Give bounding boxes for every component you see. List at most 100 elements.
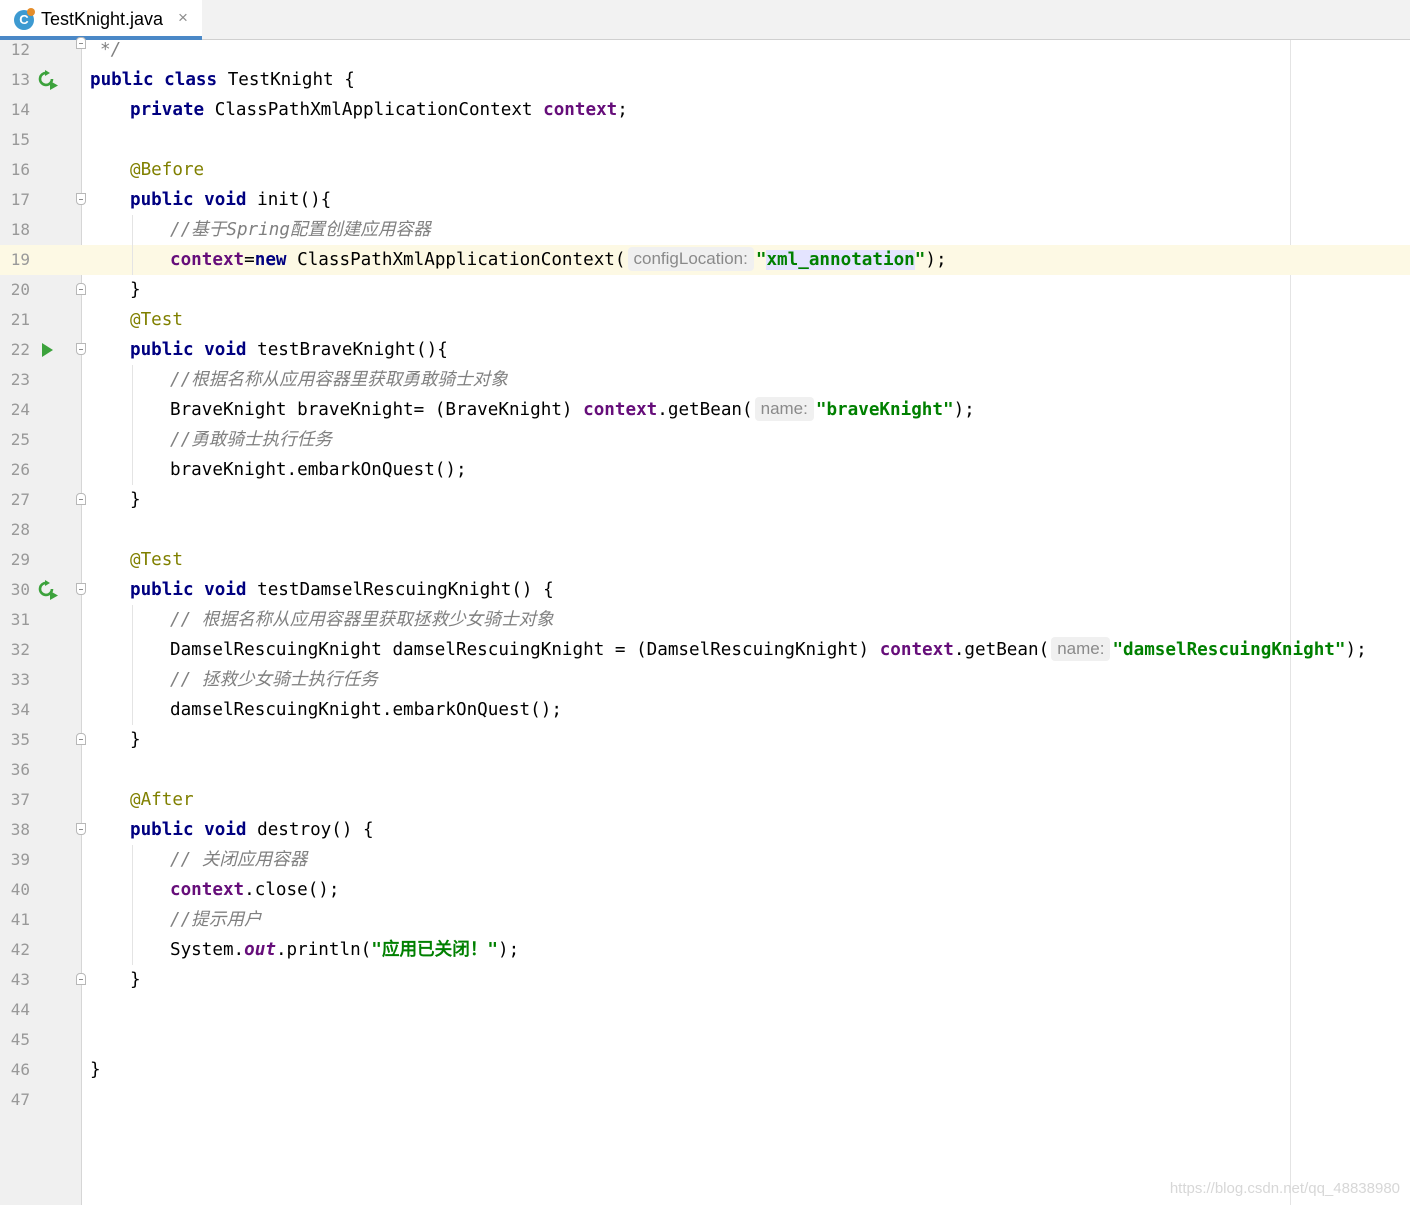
code-line[interactable]: 29 @Test xyxy=(0,545,1410,575)
code-text[interactable]: //根据名称从应用容器里获取勇敢骑士对象 xyxy=(170,365,508,395)
code-token: private xyxy=(130,100,205,120)
code-line[interactable]: 41 //提示用户 xyxy=(0,905,1410,935)
code-text[interactable]: @Test xyxy=(130,305,183,335)
code-line[interactable]: 45 xyxy=(0,1025,1410,1055)
code-token: public void xyxy=(130,340,247,360)
code-line[interactable]: 31 // 根据名称从应用容器里获取拯救少女骑士对象 xyxy=(0,605,1410,635)
code-text[interactable]: @After xyxy=(130,785,194,815)
code-line[interactable]: 15 xyxy=(0,125,1410,155)
code-line[interactable]: 33 // 拯救少女骑士执行任务 xyxy=(0,665,1410,695)
code-line[interactable]: 30 public void testDamselRescuingKnight()… xyxy=(0,575,1410,605)
run-rerun-icon[interactable] xyxy=(38,70,60,90)
code-text[interactable]: private ClassPathXmlApplicationContext c… xyxy=(130,95,628,125)
code-line[interactable]: 26 braveKnight.embarkOnQuest(); xyxy=(0,455,1410,485)
code-text[interactable]: @Test xyxy=(130,545,183,575)
line-number: 45 xyxy=(10,1030,30,1049)
code-line[interactable]: 16 @Before xyxy=(0,155,1410,185)
code-line[interactable]: 38 public void destroy() { xyxy=(0,815,1410,845)
fold-end-icon[interactable] xyxy=(76,973,86,985)
code-token: "braveKnight" xyxy=(815,400,954,420)
code-line[interactable]: 37 @After xyxy=(0,785,1410,815)
code-line[interactable]: 36 xyxy=(0,755,1410,785)
code-line[interactable]: 39 // 关闭应用容器 xyxy=(0,845,1410,875)
code-line[interactable]: 40 context.close(); xyxy=(0,875,1410,905)
code-token: //勇敢骑士执行任务 xyxy=(170,430,332,450)
line-number: 39 xyxy=(10,850,30,869)
code-text[interactable]: } xyxy=(130,965,141,995)
code-text[interactable]: damselRescuingKnight.embarkOnQuest(); xyxy=(170,695,562,725)
code-text[interactable]: braveKnight.embarkOnQuest(); xyxy=(170,455,467,485)
line-number: 46 xyxy=(10,1060,30,1079)
code-token: ); xyxy=(953,400,975,420)
code-text[interactable]: public void destroy() { xyxy=(130,815,374,845)
run-test-icon[interactable] xyxy=(42,343,53,357)
code-text[interactable]: // 根据名称从应用容器里获取拯救少女骑士对象 xyxy=(170,605,554,635)
code-token: .getBean( xyxy=(953,640,1050,660)
parameter-hint: configLocation: xyxy=(627,247,754,271)
close-tab-icon[interactable]: × xyxy=(178,8,188,28)
code-text[interactable]: // 拯救少女骑士执行任务 xyxy=(170,665,378,695)
code-line[interactable]: 42 System.out.println("应用已关闭！"); xyxy=(0,935,1410,965)
fold-collapse-icon[interactable] xyxy=(76,823,86,835)
code-text[interactable]: public void init(){ xyxy=(130,185,331,215)
code-text[interactable]: public class TestKnight { xyxy=(90,65,355,95)
code-token: @Before xyxy=(130,160,205,180)
code-line[interactable]: 44 xyxy=(0,995,1410,1025)
code-line[interactable]: 43} xyxy=(0,965,1410,995)
code-line[interactable]: 35} xyxy=(0,725,1410,755)
code-line[interactable]: 46} xyxy=(0,1055,1410,1085)
code-text[interactable]: public void testDamselRescuingKnight() { xyxy=(130,575,554,605)
code-text[interactable]: } xyxy=(90,1055,101,1085)
fold-end-icon[interactable] xyxy=(76,283,86,295)
code-token: //根据名称从应用容器里获取勇敢骑士对象 xyxy=(170,370,508,390)
code-line[interactable]: 28 xyxy=(0,515,1410,545)
fold-end-icon[interactable] xyxy=(76,37,86,49)
code-text[interactable]: //基于Spring配置创建应用容器 xyxy=(170,215,431,245)
code-text[interactable]: DamselRescuingKnight damselRescuingKnigh… xyxy=(170,635,1367,665)
code-token: } xyxy=(130,280,141,300)
code-line[interactable]: 25 //勇敢骑士执行任务 xyxy=(0,425,1410,455)
code-token: ; xyxy=(617,100,628,120)
code-text[interactable]: System.out.println("应用已关闭！"); xyxy=(170,935,519,965)
code-text[interactable]: //提示用户 xyxy=(170,905,262,935)
code-text[interactable]: } xyxy=(130,725,141,755)
line-number: 37 xyxy=(10,790,30,809)
fold-collapse-icon[interactable] xyxy=(76,343,86,355)
code-line[interactable]: 47 xyxy=(0,1085,1410,1115)
code-text[interactable]: context.close(); xyxy=(170,875,340,905)
code-text[interactable]: */ xyxy=(100,35,121,65)
code-line[interactable]: 23 //根据名称从应用容器里获取勇敢骑士对象 xyxy=(0,365,1410,395)
code-line[interactable]: 34 damselRescuingKnight.embarkOnQuest(); xyxy=(0,695,1410,725)
code-line[interactable]: 18 //基于Spring配置创建应用容器 xyxy=(0,215,1410,245)
code-line[interactable]: 14 private ClassPathXmlApplicationContext… xyxy=(0,95,1410,125)
code-line[interactable]: 20} xyxy=(0,275,1410,305)
code-line[interactable]: 32 DamselRescuingKnight damselRescuingKni… xyxy=(0,635,1410,665)
code-line[interactable]: 24 BraveKnight braveKnight= (BraveKnight)… xyxy=(0,395,1410,425)
code-token: ); xyxy=(925,250,947,270)
code-text[interactable]: } xyxy=(130,275,141,305)
code-line[interactable]: 19 context=new ClassPathXmlApplicationCon… xyxy=(0,245,1410,275)
fold-end-icon[interactable] xyxy=(76,733,86,745)
code-line[interactable]: 22 public void testBraveKnight(){ xyxy=(0,335,1410,365)
code-line[interactable]: 21 @Test xyxy=(0,305,1410,335)
code-line[interactable]: 17 public void init(){ xyxy=(0,185,1410,215)
indent-guide xyxy=(132,845,133,965)
fold-end-icon[interactable] xyxy=(76,493,86,505)
code-token: //基于Spring配置创建应用容器 xyxy=(170,220,431,240)
code-line[interactable]: 13 public class TestKnight { xyxy=(0,65,1410,95)
code-text[interactable]: //勇敢骑士执行任务 xyxy=(170,425,332,455)
code-text[interactable]: // 关闭应用容器 xyxy=(170,845,307,875)
fold-collapse-icon[interactable] xyxy=(76,583,86,595)
code-text[interactable]: } xyxy=(130,485,141,515)
line-number: 29 xyxy=(10,550,30,569)
run-rerun-icon[interactable] xyxy=(38,580,60,600)
code-line[interactable]: 12 */ xyxy=(0,35,1410,65)
code-line[interactable]: 27} xyxy=(0,485,1410,515)
tab-testknight-java[interactable]: C TestKnight.java × xyxy=(0,0,202,40)
code-text[interactable]: @Before xyxy=(130,155,204,185)
code-text[interactable]: public void testBraveKnight(){ xyxy=(130,335,448,365)
code-text[interactable]: BraveKnight braveKnight= (BraveKnight) c… xyxy=(170,395,975,425)
fold-collapse-icon[interactable] xyxy=(76,193,86,205)
code-text[interactable]: context=new ClassPathXmlApplicationConte… xyxy=(170,245,947,275)
parameter-hint: name: xyxy=(754,397,814,421)
